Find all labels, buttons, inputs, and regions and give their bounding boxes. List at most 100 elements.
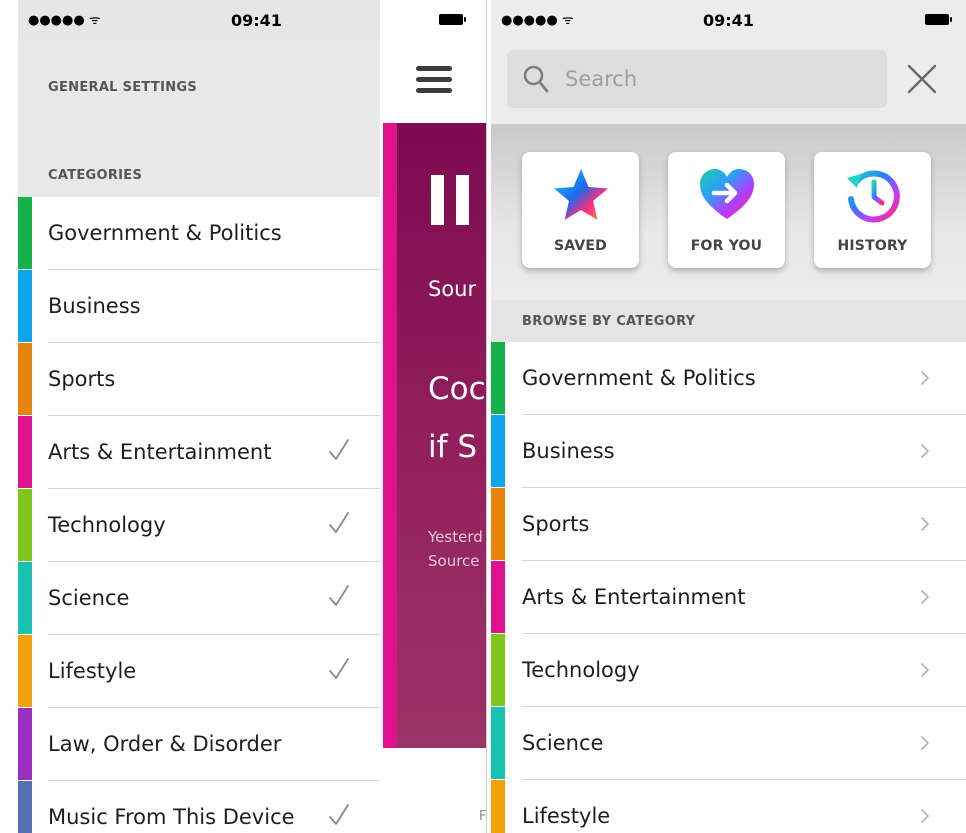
status-bar-partial [383,0,486,40]
category-color-stripe [383,123,397,748]
category-color-bar [18,708,32,780]
browse-screen: ●●●●● ᯤ 09:41 Search SAVED FOR YOU HISTO… [491,0,966,833]
signal-wifi-indicator: ●●●●● ᯤ [501,13,574,28]
status-time: 09:41 [231,11,282,30]
category-label: Arts & Entertainment [48,440,272,464]
settings-category-row[interactable]: Business [18,270,380,343]
battery-icon [925,14,952,25]
status-time: 09:41 [703,11,754,30]
browse-by-category-title: BROWSE BY CATEGORY [522,314,696,329]
screen-divider [486,0,487,833]
browse-category-row[interactable]: Business [491,415,966,488]
article-screen-partial: Sour Coc if S Yesterd Source F [383,0,486,833]
category-color-bar [491,415,505,487]
shortcut-tiles: SAVED FOR YOU HISTORY [491,124,966,300]
heart-arrow-icon [700,169,754,219]
category-color-bar [18,489,32,561]
category-color-bar [18,635,32,707]
article-title-line-1: Coc [428,371,486,407]
browse-category-row[interactable]: Government & Politics [491,342,966,415]
browse-category-row[interactable]: Science [491,707,966,780]
checkmark-icon [329,658,349,679]
category-label: Technology [48,513,166,537]
category-label: Law, Order & Disorder [48,732,282,756]
hamburger-icon[interactable] [416,66,452,94]
category-label: Business [48,294,141,318]
category-label: Sports [48,367,116,391]
category-label: Government & Politics [522,366,756,390]
article-meta: Yesterd Source [428,525,483,573]
category-color-bar [491,561,505,633]
chevron-right-icon [921,444,929,458]
checkmark-icon [329,585,349,606]
star-icon [554,169,608,220]
category-color-bar [18,562,32,634]
category-label: Music From This Device [48,805,295,829]
search-box[interactable] [507,50,887,108]
category-label: Lifestyle [522,804,611,828]
article-source: Sour [428,277,477,301]
status-bar: ●●●●● ᯤ 09:41 [18,0,380,40]
settings-category-row[interactable]: Law, Order & Disorder [18,708,380,781]
chevron-right-icon [921,809,929,823]
browse-category-row[interactable]: Technology [491,634,966,707]
signal-wifi-indicator: ●●●●● ᯤ [28,13,101,28]
checkmark-icon [329,512,349,533]
category-label: Lifestyle [48,659,137,683]
chevron-right-icon [921,590,929,604]
settings-category-row[interactable]: Science [18,562,380,635]
close-icon[interactable] [905,62,939,96]
status-bar: ●●●●● ᯤ 09:41 [491,0,966,40]
category-label: Science [48,586,130,610]
browse-category-row[interactable]: Lifestyle [491,780,966,833]
browse-section-header: BROWSE BY CATEGORY [491,300,966,342]
settings-category-row[interactable]: Lifestyle [18,635,380,708]
article-source-meta: Source [428,552,480,570]
category-color-bar [491,780,505,833]
settings-screen: ●●●●● ᯤ 09:41 GENERAL SETTINGS CATEGORIE… [18,0,380,833]
article-title-line-2: if S [428,429,478,465]
category-label: Science [522,731,604,755]
browse-category-row[interactable]: Arts & Entertainment [491,561,966,634]
history-tile[interactable]: HISTORY [814,152,931,268]
category-color-bar [18,781,32,833]
settings-category-row[interactable]: Music From This Device [18,781,380,833]
category-color-bar [491,634,505,706]
battery-icon [439,14,466,25]
chevron-right-icon [921,736,929,750]
chevron-right-icon [921,371,929,385]
checkmark-icon [329,804,349,825]
search-input[interactable] [565,62,865,96]
pause-icon[interactable] [431,175,469,225]
category-label: Sports [522,512,590,536]
category-color-bar [18,270,32,342]
categories-title: CATEGORIES [48,168,143,183]
category-color-bar [18,416,32,488]
settings-category-row[interactable]: Government & Politics [18,197,380,270]
category-label: Business [522,439,615,463]
general-settings-title[interactable]: GENERAL SETTINGS [48,80,197,95]
for-you-tile[interactable]: FOR YOU [668,152,785,268]
settings-category-row[interactable]: Sports [18,343,380,416]
category-color-bar [18,343,32,415]
article-card[interactable]: Sour Coc if S Yesterd Source [383,123,486,748]
article-date: Yesterd [428,528,483,546]
chevron-right-icon [921,517,929,531]
settings-category-row[interactable]: Arts & Entertainment [18,416,380,489]
category-label: Arts & Entertainment [522,585,746,609]
chevron-right-icon [921,663,929,677]
search-icon [523,65,549,93]
history-label: HISTORY [837,238,908,254]
saved-tile[interactable]: SAVED [522,152,639,268]
checkmark-icon [329,439,349,460]
settings-category-list: Government & Politics Business Sports Arts … [18,197,380,833]
category-color-bar [18,197,32,269]
browse-category-row[interactable]: Sports [491,488,966,561]
article-footer-text: F [479,809,486,824]
for-you-label: FOR YOU [690,238,763,254]
browse-category-list: Government & Politics Business Sports Arts … [491,342,966,833]
saved-label: SAVED [554,238,607,254]
category-color-bar [491,707,505,779]
settings-category-row[interactable]: Technology [18,489,380,562]
category-label: Technology [522,658,640,682]
